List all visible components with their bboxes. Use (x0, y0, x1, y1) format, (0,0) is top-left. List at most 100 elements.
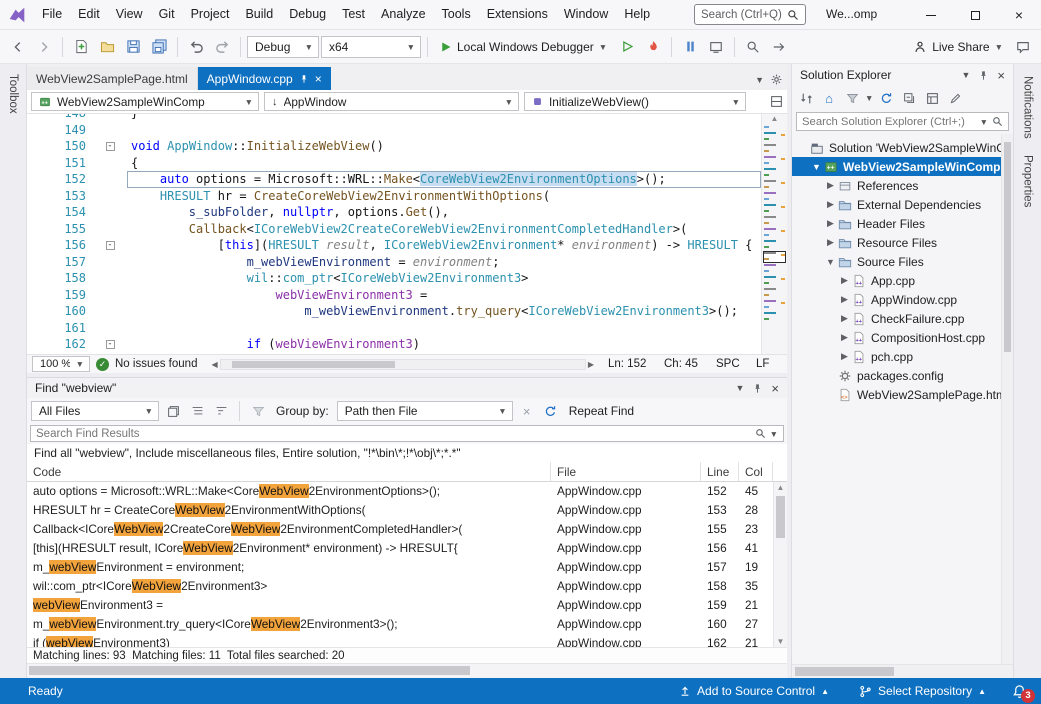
open-file-icon[interactable] (95, 35, 119, 59)
expander-collapsed-icon[interactable]: ▶ (824, 237, 837, 248)
horizontal-scrollbar[interactable]: ◀ ▶ (211, 359, 594, 370)
code-line-151[interactable]: 151{ (27, 155, 761, 172)
find-result-row[interactable]: auto options = Microsoft::WRL::Make<Core… (27, 482, 773, 501)
split-window-icon[interactable] (770, 95, 783, 108)
results-vertical-scrollbar[interactable]: ▲ ▼ (773, 482, 787, 647)
scrollbar-thumb[interactable] (232, 361, 396, 368)
expander-collapsed-icon[interactable]: ▶ (824, 180, 837, 191)
code-line-153[interactable]: 153 HRESULT hr = CreateCoreWebView2Envir… (27, 188, 761, 205)
column-file[interactable]: File (551, 462, 701, 481)
scrollbar-thumb[interactable] (795, 667, 894, 676)
tree-item-references[interactable]: ▶References (792, 176, 1013, 195)
tree-item-webview2samplewincomp[interactable]: ▼++WebView2SampleWinComp (792, 157, 1013, 176)
menu-tools[interactable]: Tools (434, 0, 479, 29)
expander-collapsed-icon[interactable]: ▶ (824, 218, 837, 229)
code-line-158[interactable]: 158 wil::com_ptr<ICoreWebView2Environmen… (27, 270, 761, 287)
pin-icon[interactable] (299, 74, 309, 84)
tree-item-source-files[interactable]: ▼Source Files (792, 252, 1013, 271)
scrollbar-thumb[interactable] (29, 666, 470, 675)
zoom-dropdown[interactable]: 100 %▼ (32, 356, 90, 372)
tree-item-header-files[interactable]: ▶Header Files (792, 214, 1013, 233)
fold-marker[interactable]: - (93, 336, 127, 353)
search-find-results-input[interactable]: Search Find Results ▼ (30, 425, 784, 442)
column-code[interactable]: Code (27, 462, 551, 481)
column-line[interactable]: Line (701, 462, 739, 481)
navigate-back-icon[interactable] (6, 35, 30, 59)
save-icon[interactable] (121, 35, 145, 59)
menu-build[interactable]: Build (237, 0, 281, 29)
close-panel-icon[interactable]: × (997, 68, 1005, 83)
find-result-row[interactable]: Callback<ICoreWebView2CreateCoreWebView2… (27, 520, 773, 539)
code-line-150[interactable]: 150-void AppWindow::InitializeWebView() (27, 138, 761, 155)
menu-view[interactable]: View (108, 0, 151, 29)
sync-with-active-document-icon[interactable] (876, 88, 896, 108)
quick-search-input[interactable]: Search (Ctrl+Q) (694, 4, 806, 25)
pencil-icon[interactable] (945, 88, 965, 108)
close-panel-icon[interactable]: × (771, 381, 779, 396)
expander-collapsed-icon[interactable]: ▶ (838, 294, 851, 305)
break-all-icon[interactable] (678, 35, 702, 59)
code-line-149[interactable]: 149 (27, 122, 761, 139)
scrollbar-thumb[interactable] (1004, 142, 1011, 352)
tab-webview2samplepage-html[interactable]: WebView2SamplePage.html (27, 67, 198, 90)
menu-git[interactable]: Git (151, 0, 183, 29)
fold-marker[interactable]: - (93, 237, 127, 254)
code-line-162[interactable]: 162- if (webViewEnvironment3) (27, 336, 761, 353)
filter-icon[interactable] (842, 88, 862, 108)
find-result-row[interactable]: m_webViewEnvironment = environment;AppWi… (27, 558, 773, 577)
find-result-row[interactable]: m_webViewEnvironment.try_query<ICoreWebV… (27, 615, 773, 634)
find-in-files-icon[interactable] (741, 35, 765, 59)
start-without-debugging-icon[interactable] (615, 35, 639, 59)
close-button[interactable]: × (997, 0, 1041, 30)
expander-collapsed-icon[interactable]: ▶ (838, 275, 851, 286)
new-project-icon[interactable] (69, 35, 93, 59)
repeat-find-icon[interactable] (541, 401, 561, 421)
menu-debug[interactable]: Debug (281, 0, 334, 29)
scroll-down-icon[interactable]: ▼ (774, 637, 787, 646)
code-line-156[interactable]: 156- [this](HRESULT result, ICoreWebView… (27, 237, 761, 254)
navigate-forward-icon[interactable] (32, 35, 56, 59)
solution-platform-dropdown[interactable]: x64▼ (321, 36, 421, 58)
expand-all-icon[interactable] (187, 401, 207, 421)
maximize-button[interactable] (953, 0, 997, 30)
type-dropdown[interactable]: ↓ AppWindow▼ (264, 92, 519, 111)
column-col[interactable]: Col (739, 462, 773, 481)
code-line-159[interactable]: 159 webViewEnvironment3 = (27, 287, 761, 304)
hot-reload-icon[interactable] (641, 35, 665, 59)
tree-item-resource-files[interactable]: ▶Resource Files (792, 233, 1013, 252)
expander-collapsed-icon[interactable]: ▶ (838, 351, 851, 362)
tab-notifications[interactable]: Notifications (1022, 76, 1034, 139)
window-position-chevron-icon[interactable]: ▼ (961, 70, 970, 80)
code-line-161[interactable]: 161 (27, 320, 761, 337)
select-repository-button[interactable]: Select Repository ▲ (855, 678, 990, 704)
tree-item-pch-cpp[interactable]: ▶++pch.cpp (792, 347, 1013, 366)
group-by-dropdown[interactable]: Path then File▼ (337, 401, 513, 421)
home-icon[interactable]: ⌂ (819, 88, 839, 108)
code-line-154[interactable]: 154 s_subFolder, nullptr, options.Get(), (27, 204, 761, 221)
search-solution-explorer-input[interactable]: Search Solution Explorer (Ctrl+;) ▼ (796, 112, 1009, 131)
scrollbar-thumb[interactable] (776, 496, 785, 538)
pin-icon[interactable] (978, 70, 989, 81)
tab-properties[interactable]: Properties (1022, 155, 1034, 207)
scope-dropdown[interactable]: All Files▼ (31, 401, 159, 421)
find-result-row[interactable]: webViewEnvironment3 =AppWindow.cpp15921 (27, 596, 773, 615)
clear-results-icon[interactable]: × (517, 401, 537, 421)
code-line-157[interactable]: 157 m_webViewEnvironment = environment; (27, 254, 761, 271)
tab-toolbox[interactable]: Toolbox (7, 64, 19, 114)
settings-gear-icon[interactable] (770, 73, 783, 86)
multiple-windows-icon[interactable] (163, 401, 183, 421)
tree-item-packages-config[interactable]: packages.config (792, 366, 1013, 385)
expander-collapsed-icon[interactable]: ▶ (838, 313, 851, 324)
document-list-chevron-icon[interactable]: ▼ (755, 75, 764, 85)
live-share-button[interactable]: Live Share ▼ (907, 35, 1009, 59)
scroll-up-icon[interactable]: ▲ (774, 483, 787, 492)
menu-help[interactable]: Help (616, 0, 658, 29)
tree-vertical-scrollbar[interactable] (1001, 134, 1013, 664)
repeat-find-label[interactable]: Repeat Find (569, 404, 634, 418)
find-result-row[interactable]: HRESULT hr = CreateCoreWebView2Environme… (27, 501, 773, 520)
properties-icon[interactable] (922, 88, 942, 108)
navigate-backward-history-icon[interactable] (767, 35, 791, 59)
code-line-148[interactable]: 148} (27, 114, 761, 122)
tree-item-checkfailure-cpp[interactable]: ▶++CheckFailure.cpp (792, 309, 1013, 328)
expander-collapsed-icon[interactable]: ▶ (824, 199, 837, 210)
